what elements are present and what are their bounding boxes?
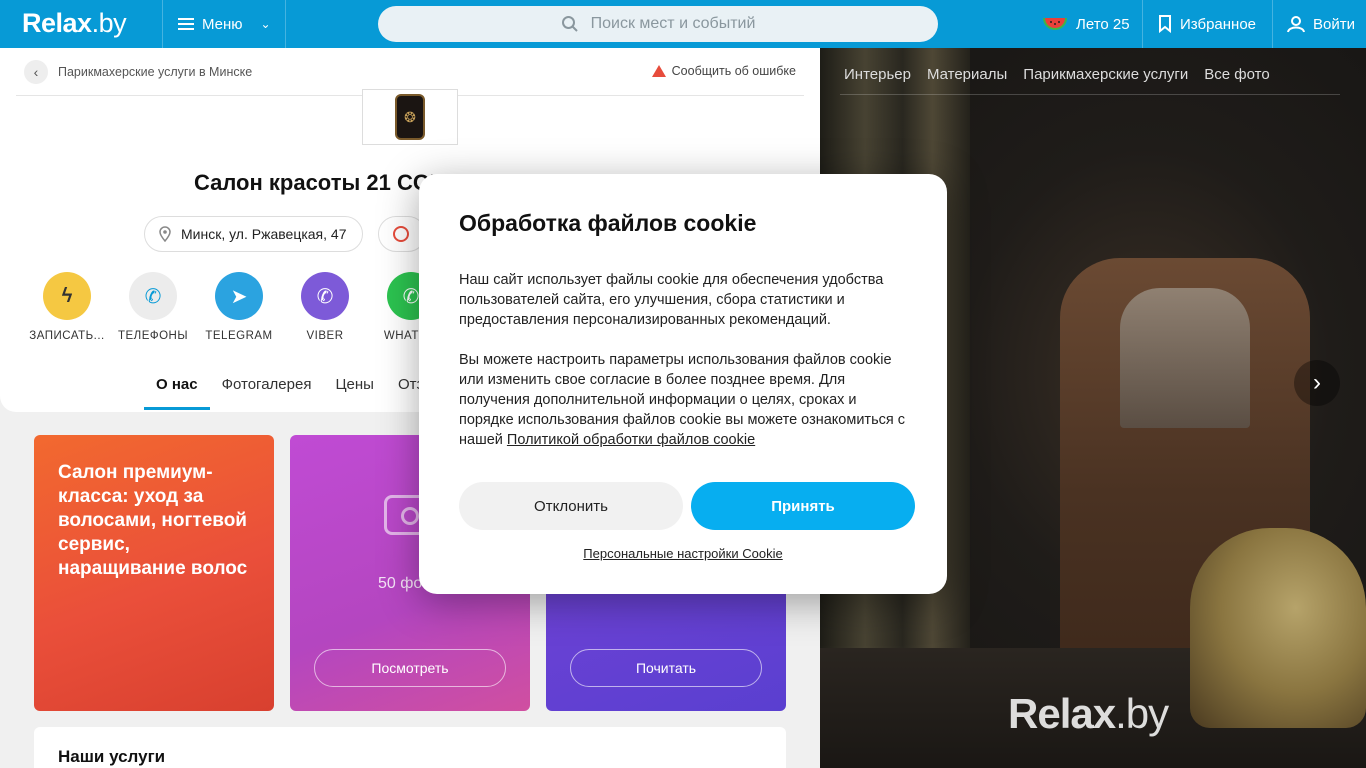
photo-tabs-divider: [840, 94, 1340, 95]
photo-armchair: [1190, 528, 1366, 728]
header-divider: [162, 0, 163, 48]
report-error-link[interactable]: Сообщить об ошибке: [651, 64, 796, 78]
action-label: TELEGRAM: [205, 330, 273, 342]
phone-icon: ✆: [129, 272, 177, 320]
telegram-icon: ➤: [215, 272, 263, 320]
services-title: Наши услуги: [58, 747, 166, 766]
action-phones[interactable]: ✆ ТЕЛЕФОНЫ: [113, 272, 193, 342]
menu-button[interactable]: Меню ⌄: [178, 0, 271, 48]
site-logo[interactable]: Relax.by: [22, 8, 127, 39]
chevron-down-icon: ⌄: [260, 17, 271, 31]
address-chip[interactable]: Минск, ул. Ржавецкая, 47: [144, 216, 364, 252]
action-label: ТЕЛЕФОНЫ: [117, 330, 189, 342]
photo-category-tabs: Интерьер Материалы Парикмахерские услуги…: [844, 66, 1270, 83]
cookie-modal: Обработка файлов cookie Наш сайт использ…: [419, 174, 947, 594]
about-text: Салон премиум-класса: уход за волосами, …: [58, 462, 248, 579]
read-button[interactable]: Почитать: [570, 649, 762, 687]
favorites-link[interactable]: Избранное: [1158, 0, 1256, 48]
about-card: Салон премиум-класса: уход за волосами, …: [34, 435, 274, 711]
back-arrow-icon[interactable]: ‹: [24, 60, 48, 84]
logo-emblem-icon: ❂: [395, 94, 425, 140]
view-button[interactable]: Посмотреть: [314, 649, 506, 687]
photo-tab-interior[interactable]: Интерьер: [844, 66, 911, 83]
section-tabs: О нас Фотогалерея Цены Отз: [144, 364, 435, 410]
action-label: VIBER: [306, 330, 344, 342]
warning-icon: [651, 65, 666, 77]
decline-button[interactable]: Отклонить: [459, 482, 683, 530]
search-input[interactable]: Поиск мест и событий: [378, 6, 938, 42]
services-section: Наши услуги: [34, 727, 786, 768]
header-divider: [1142, 0, 1143, 48]
next-photo-arrow-icon[interactable]: ›: [1294, 360, 1340, 406]
summer-link[interactable]: Лето 25: [1042, 0, 1130, 48]
photo-tab-hair[interactable]: Парикмахерские услуги: [1023, 66, 1188, 83]
hamburger-icon: [178, 18, 194, 30]
user-icon: [1287, 16, 1305, 33]
favorites-label: Избранное: [1180, 15, 1257, 33]
report-error-label: Сообщить об ошибке: [671, 64, 796, 78]
cookie-policy-link[interactable]: Политикой обработки файлов cookie: [507, 432, 755, 448]
action-book[interactable]: ϟ ЗАПИСАТЬ...: [27, 272, 107, 342]
breadcrumb[interactable]: ‹ Парикмахерские услуги в Минске: [24, 60, 252, 84]
login-link[interactable]: Войти: [1287, 0, 1355, 48]
breadcrumb-label[interactable]: Парикмахерские услуги в Минске: [58, 65, 252, 79]
business-logo: ❂: [362, 89, 458, 145]
bookmark-icon: [1159, 15, 1171, 33]
action-label: ЗАПИСАТЬ...: [29, 330, 105, 342]
clock-icon: [393, 226, 409, 242]
header-divider: [1272, 0, 1273, 48]
action-telegram[interactable]: ➤ TELEGRAM: [199, 272, 279, 342]
top-header: Relax.by Меню ⌄ Поиск мест и событий Лет…: [0, 0, 1366, 48]
search-icon: [561, 16, 578, 32]
cookie-modal-body: Наш сайт использует файлы cookie для обе…: [459, 270, 915, 450]
photo-count: 50 фо: [378, 575, 423, 592]
cookie-paragraph: Наш сайт использует файлы cookie для обе…: [459, 272, 884, 328]
accept-button[interactable]: Принять: [691, 482, 915, 530]
summer-label: Лето 25: [1076, 15, 1130, 33]
menu-label: Меню: [202, 15, 243, 33]
photo-tab-materials[interactable]: Материалы: [927, 66, 1007, 83]
location-pin-icon: [159, 226, 171, 242]
tab-gallery[interactable]: Фотогалерея: [210, 364, 324, 410]
cookie-modal-title: Обработка файлов cookie: [459, 210, 757, 236]
viber-icon: ✆: [301, 272, 349, 320]
login-label: Войти: [1313, 15, 1355, 33]
photo-tab-all[interactable]: Все фото: [1204, 66, 1269, 83]
watermelon-icon: [1043, 18, 1067, 30]
watermark-logo: Relax.by: [1008, 690, 1169, 737]
header-divider: [285, 0, 286, 48]
tab-about[interactable]: О нас: [144, 364, 210, 410]
tab-prices[interactable]: Цены: [323, 364, 386, 410]
cookie-paragraph: Вы можете настроить параметры использова…: [459, 352, 906, 448]
action-viber[interactable]: ✆ VIBER: [285, 272, 365, 342]
lightning-icon: ϟ: [43, 272, 91, 320]
search-placeholder: Поиск мест и событий: [590, 15, 756, 32]
cookie-settings-link[interactable]: Персональные настройки Cookie: [419, 546, 947, 561]
address-label: Минск, ул. Ржавецкая, 47: [181, 226, 347, 242]
